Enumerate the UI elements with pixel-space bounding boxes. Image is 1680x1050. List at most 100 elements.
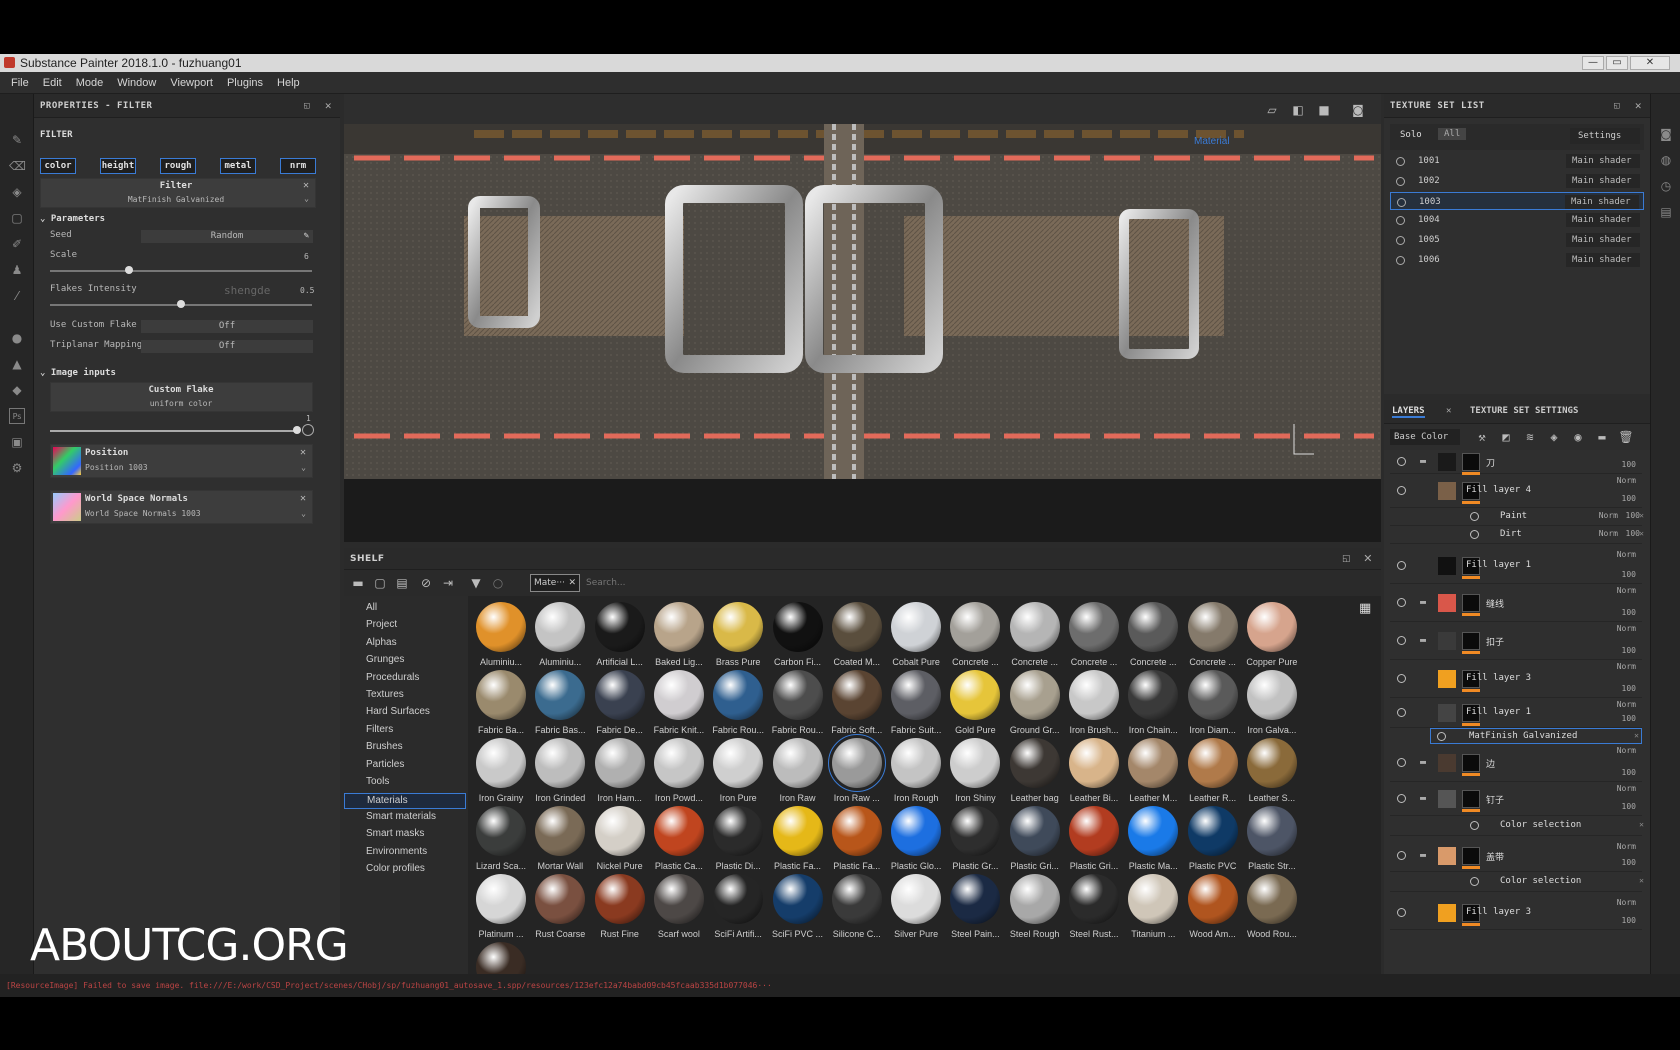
all-toggle[interactable]: All <box>1438 128 1467 140</box>
visibility-eye-icon[interactable] <box>1397 674 1406 683</box>
photoshop-export-icon[interactable]: Ps <box>9 408 25 424</box>
layer-effect-row[interactable]: Color selection ✕ <box>1390 816 1644 836</box>
opacity-value[interactable]: 100 <box>1622 858 1636 867</box>
smudge-icon[interactable]: ✐ <box>9 236 25 252</box>
material-thumbnail[interactable] <box>476 602 526 652</box>
material-thumbnail[interactable] <box>535 738 586 788</box>
blend-mode[interactable]: Norm <box>1617 746 1636 755</box>
new-resource-icon[interactable]: ▢ <box>372 575 388 591</box>
polygon-fill-icon[interactable]: ◆ <box>9 382 25 398</box>
material-thumbnail[interactable] <box>831 670 882 720</box>
texture-set-row[interactable]: 1002 Main shader <box>1390 172 1644 190</box>
material-thumbnail[interactable] <box>594 670 645 720</box>
use-custom-flake-toggle[interactable]: Off <box>141 320 313 333</box>
menu-window[interactable]: Window <box>110 72 163 94</box>
opacity-value[interactable]: 100 <box>1622 916 1636 925</box>
material-thumbnail[interactable] <box>1069 806 1119 856</box>
3d-view-icon[interactable]: ◧ <box>1290 102 1306 118</box>
material-thumbnail[interactable] <box>1069 670 1119 720</box>
bake-icon[interactable]: ▲ <box>9 356 25 372</box>
add-fill-layer-icon[interactable]: ◈ <box>1546 429 1562 445</box>
shader-dropdown[interactable]: Main shader <box>1566 253 1640 267</box>
material-thumbnail[interactable] <box>772 806 823 856</box>
visibility-eye-icon[interactable] <box>1397 758 1406 767</box>
shelf-category-alphas[interactable]: Alphas <box>366 637 397 648</box>
custom-flake-slot[interactable]: Custom Flake uniform color <box>50 382 313 412</box>
float-panel-icon[interactable]: ◱ <box>304 94 310 118</box>
texture-set-row[interactable]: 1005 Main shader <box>1390 231 1644 249</box>
visibility-eye-icon[interactable] <box>1470 512 1479 521</box>
close-window-button[interactable]: ✕ <box>1630 56 1670 70</box>
material-thumbnail[interactable] <box>827 734 886 792</box>
chevron-down-icon[interactable]: ⌄ <box>301 463 306 472</box>
layer-name[interactable]: Fill layer 3 <box>1466 907 1531 917</box>
shelf-category-project[interactable]: Project <box>366 619 397 630</box>
visibility-eye-icon[interactable] <box>1397 636 1406 645</box>
visibility-eye-icon[interactable] <box>1470 530 1479 539</box>
shelf-category-filters[interactable]: Filters <box>366 724 393 735</box>
layer-row[interactable]: ▬ 钉子 Norm 100 <box>1390 782 1642 816</box>
custom-flake-handle[interactable] <box>293 426 301 434</box>
material-thumbnail[interactable] <box>535 602 586 652</box>
material-thumbnail[interactable] <box>1128 806 1179 856</box>
folder-icon[interactable]: ▬ <box>1420 635 1426 646</box>
material-thumbnail[interactable] <box>891 738 942 788</box>
material-thumbnail[interactable] <box>772 602 823 652</box>
layer-name[interactable]: Fill layer 1 <box>1466 560 1531 570</box>
opacity-value[interactable]: 100 <box>1622 802 1636 811</box>
2d-view-icon[interactable]: ▱ <box>1264 102 1280 118</box>
material-thumbnail[interactable] <box>831 602 882 652</box>
close-tag-icon[interactable]: ✕ <box>568 575 576 591</box>
visibility-eye-icon[interactable] <box>1470 821 1479 830</box>
add-effect-icon[interactable]: ⚒ <box>1474 429 1490 445</box>
remove-effect-icon[interactable]: ✕ <box>1639 529 1644 538</box>
scale-slider-handle[interactable] <box>124 266 133 274</box>
blend-mode[interactable]: Norm <box>1617 624 1636 633</box>
shader-dropdown[interactable]: Main shader <box>1566 233 1640 248</box>
folder-icon[interactable]: ▬ <box>350 575 366 591</box>
material-thumbnail[interactable] <box>535 670 586 720</box>
material-thumbnail[interactable] <box>713 738 764 788</box>
maximize-button[interactable]: ▭ <box>1606 56 1628 70</box>
texture-set-radio[interactable] <box>1397 197 1406 207</box>
material-thumbnail[interactable] <box>772 670 823 720</box>
settings-dropdown[interactable]: Settings <box>1570 128 1640 144</box>
material-thumbnail[interactable] <box>1009 670 1060 720</box>
material-thumbnail[interactable] <box>950 670 1001 720</box>
filter-funnel-icon[interactable]: ▼ <box>468 575 484 591</box>
log-icon[interactable]: ▤ <box>1658 204 1674 220</box>
add-layer-icon[interactable]: ≋ <box>1522 429 1538 445</box>
texture-set-row[interactable]: 1001 Main shader <box>1390 152 1644 170</box>
layer-row[interactable]: Fill layer 3 Norm 100 <box>1390 896 1642 930</box>
material-thumbnail[interactable] <box>950 602 1001 652</box>
scale-slider-track[interactable] <box>50 270 312 272</box>
layer-row[interactable]: ▬ 缝线 Norm 100 <box>1390 584 1642 622</box>
shelf-category-procedurals[interactable]: Procedurals <box>366 672 419 683</box>
color-wheel-icon[interactable] <box>302 424 314 436</box>
history-icon[interactable]: ◷ <box>1658 178 1674 194</box>
material-thumbnail[interactable] <box>1009 874 1060 924</box>
blend-mode[interactable]: Norm <box>1617 898 1636 907</box>
chevron-down-icon[interactable]: ⌄ <box>301 509 306 518</box>
layer-effect-row[interactable]: MatFinish Galvanized ✕ <box>1430 728 1642 744</box>
layer-name[interactable]: 扣子 <box>1486 635 1504 648</box>
tab-layers[interactable]: LAYERS <box>1392 406 1425 418</box>
flakes-slider-handle[interactable] <box>177 300 185 308</box>
color-picker-icon[interactable]: ⁄ <box>9 288 25 304</box>
visibility-eye-icon[interactable] <box>1397 486 1406 495</box>
material-thumbnail[interactable] <box>1187 738 1238 788</box>
parameters-section[interactable]: ⌄ Parameters <box>40 214 105 224</box>
shelf-category-smart-masks[interactable]: Smart masks <box>366 828 424 839</box>
geometry-decal-icon[interactable]: ▢ <box>9 210 25 226</box>
texture-set-row[interactable]: 1006 Main shader <box>1390 251 1644 269</box>
material-thumbnail[interactable] <box>950 806 1001 856</box>
layer-name[interactable]: Fill layer 3 <box>1466 673 1531 683</box>
material-thumbnail[interactable] <box>1128 738 1179 788</box>
channel-color-button[interactable]: color <box>40 158 76 174</box>
visibility-eye-icon[interactable] <box>1437 732 1446 741</box>
position-input-slot[interactable]: Position Position 1003 ✕ ⌄ <box>50 444 313 478</box>
visibility-eye-icon[interactable] <box>1397 851 1406 860</box>
material-thumbnail[interactable] <box>535 806 586 856</box>
channel-rough-button[interactable]: rough <box>160 158 196 174</box>
layer-name[interactable]: 刀 <box>1486 456 1495 469</box>
